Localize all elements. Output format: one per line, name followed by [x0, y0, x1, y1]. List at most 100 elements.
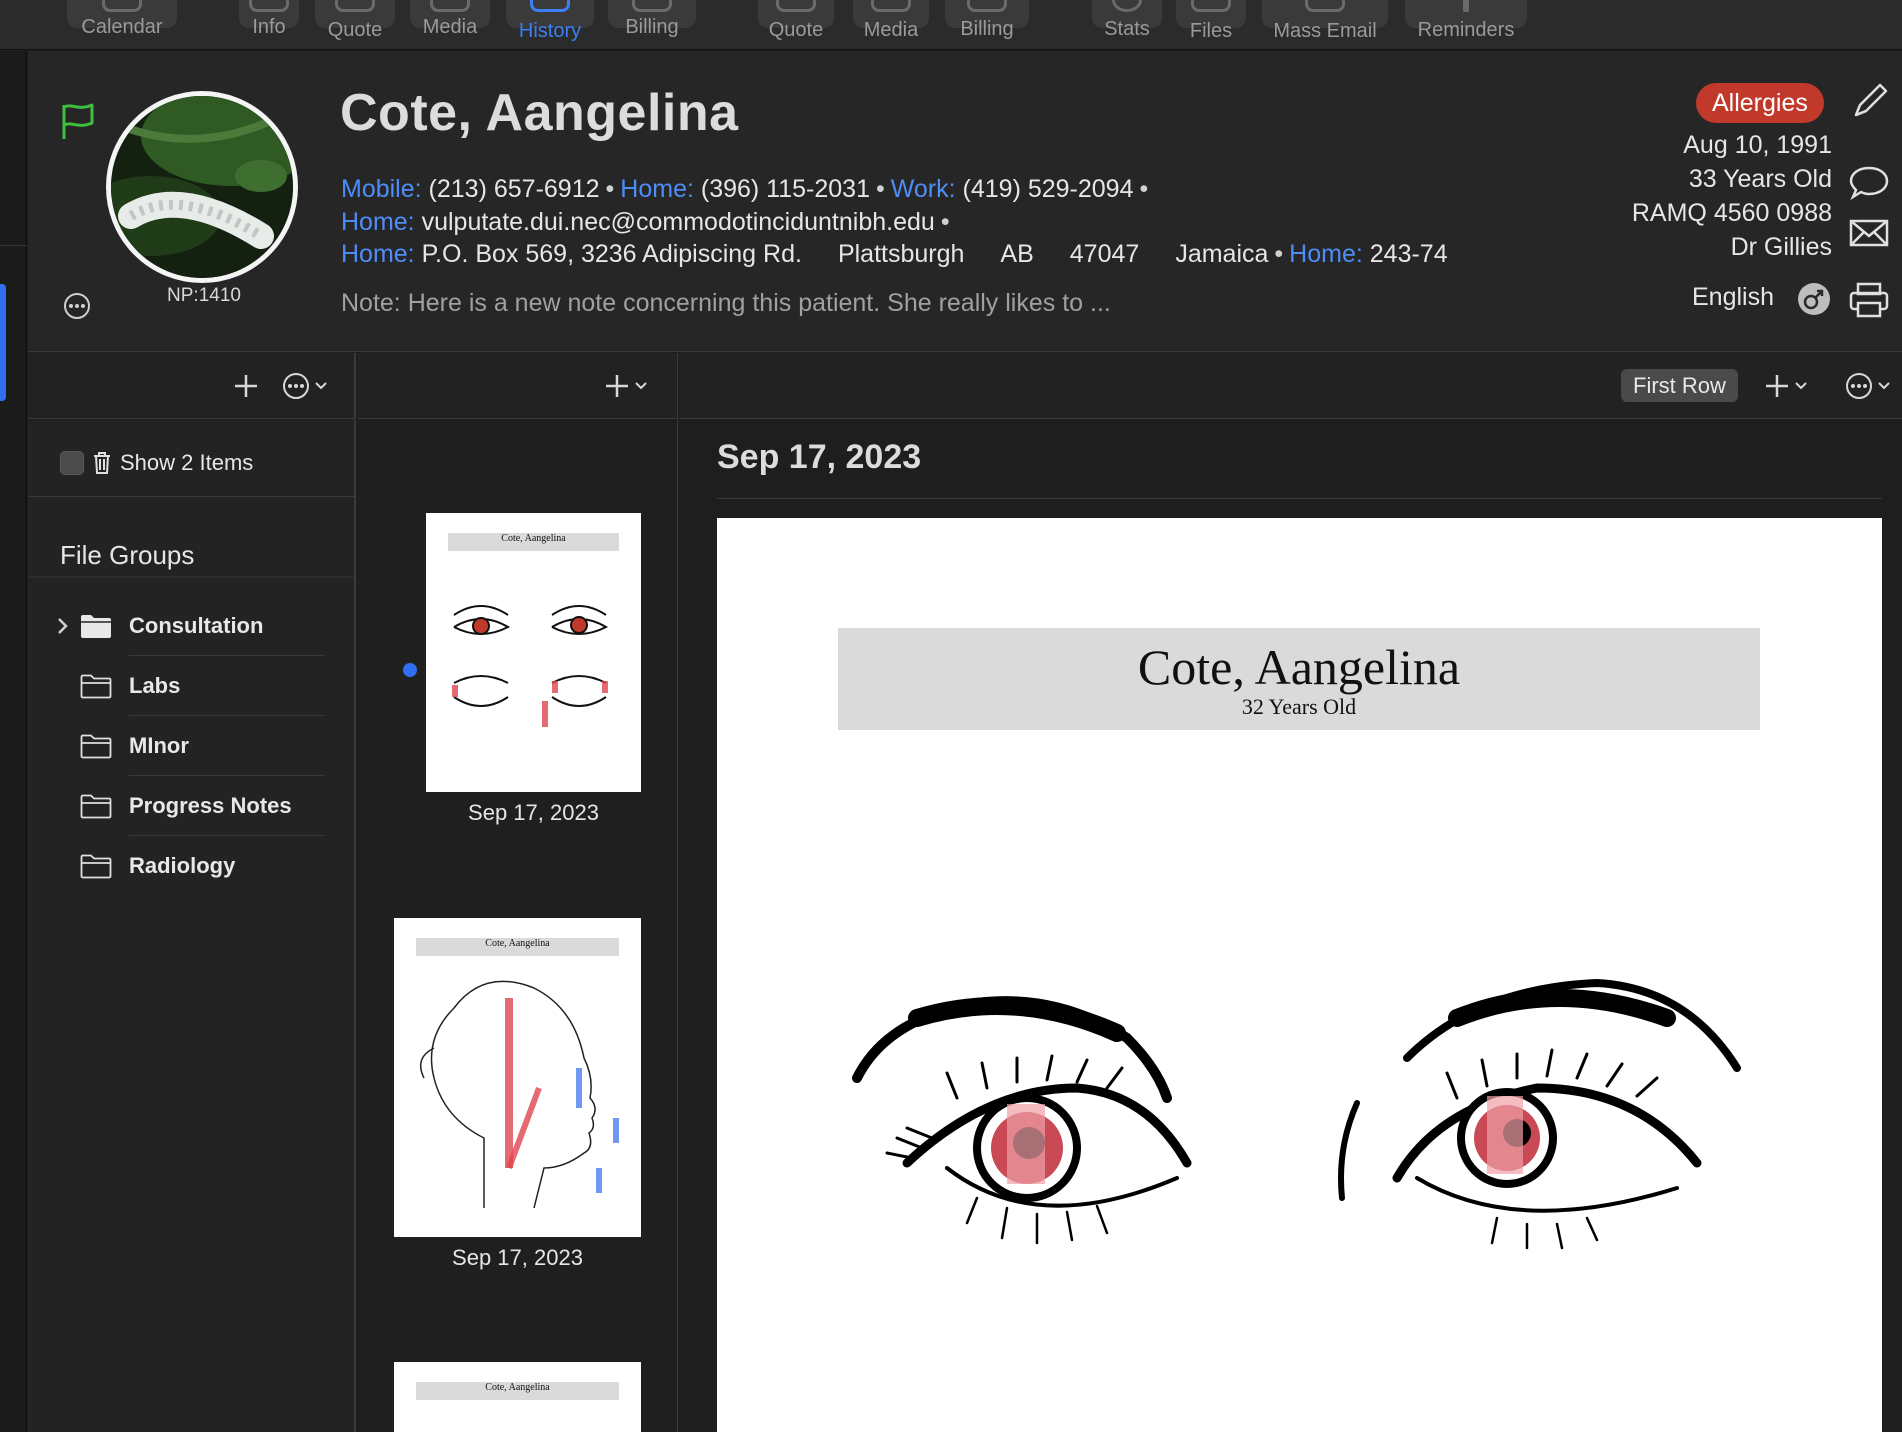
reminders-icon [1463, 0, 1469, 12]
add-dropdown-icon[interactable] [604, 369, 654, 403]
divider [28, 576, 354, 578]
mobile-label: Mobile: [341, 175, 422, 203]
person-icon [249, 0, 289, 12]
more-options-icon[interactable] [1845, 369, 1897, 403]
toolbar-quote[interactable]: Quote [315, 0, 395, 50]
group-minor[interactable]: MInor [28, 716, 354, 776]
folder-icon [80, 674, 112, 699]
group-label: Progress Notes [129, 793, 292, 818]
work-label: Work: [890, 175, 956, 203]
toolbar-reminders[interactable]: Reminders [1405, 0, 1527, 50]
email-address[interactable]: vulputate.dui.nec@commodotinciduntnibh.e… [422, 208, 935, 236]
separator-dot: • [875, 175, 885, 203]
patient-name: Cote, Aangelina [340, 84, 739, 142]
home-phone[interactable]: (396) 115-2031 [701, 175, 870, 203]
work-phone[interactable]: (419) 529-2094 [963, 175, 1134, 203]
stats-pie-icon [1112, 0, 1142, 12]
show-deleted-toggle[interactable]: Show 2 Items [60, 450, 253, 476]
thumbnail-date: Sep 17, 2023 [452, 1245, 583, 1270]
toolbar-history[interactable]: History [506, 0, 594, 50]
quote-bubble-icon [335, 0, 375, 12]
add-dropdown-icon[interactable] [1764, 369, 1814, 403]
address-street[interactable]: P.O. Box 569, 3236 Adipiscing Rd. [422, 240, 802, 268]
toolbar-stats[interactable]: Stats [1092, 0, 1162, 50]
pencil-icon[interactable] [1850, 81, 1890, 121]
folder-icon [80, 794, 112, 819]
folder-filled-icon [81, 615, 111, 638]
first-row-button[interactable]: First Row [1621, 369, 1738, 402]
thumbnail-partial[interactable]: Cote, Aangelina [394, 1362, 641, 1432]
divider [0, 245, 27, 246]
toolbar-quote-2[interactable]: Quote [758, 0, 834, 50]
chat-bubble-icon[interactable] [1848, 165, 1890, 201]
thumbnails-toolbar [358, 353, 678, 419]
toolbar-calendar[interactable]: Calendar [67, 0, 177, 50]
patient-note[interactable]: Note: Here is a new note concerning this… [341, 289, 1111, 318]
toolbar-media[interactable]: Media [410, 0, 490, 50]
toolbar-media-2[interactable]: Media [853, 0, 929, 50]
patient-header: NP:1410 Cote, Aangelina Mobile: (213) 65… [28, 51, 1902, 352]
media-icon [871, 0, 911, 12]
address-label: Home: [341, 240, 415, 268]
document-patient-age: 32 Years Old [1241, 694, 1357, 719]
address-country: Jamaica [1175, 240, 1269, 268]
file-groups-sidebar: Show 2 Items File Groups Consultation La… [28, 420, 356, 1432]
face-profile-diagram [419, 980, 619, 1209]
eyes-diagram [452, 605, 609, 727]
toolbar-billing-2[interactable]: Billing [945, 0, 1029, 50]
group-labs[interactable]: Labs [28, 656, 354, 716]
group-label: Labs [129, 673, 181, 698]
email-line: Home: vulputate.dui.nec@commodotincidunt… [341, 208, 956, 237]
folder-icon [80, 734, 112, 759]
mail-icon[interactable] [1848, 217, 1890, 249]
toolbar-billing[interactable]: Billing [608, 0, 696, 50]
mobile-phone[interactable]: (213) 657-6912 [429, 175, 600, 203]
more-options-icon[interactable] [282, 369, 332, 403]
separator-dot: • [1274, 240, 1284, 268]
allergies-badge[interactable]: Allergies [1696, 83, 1824, 123]
document-header: Cote, Aangelina 32 Years Old [838, 628, 1760, 730]
document-viewer: Sep 17, 2023 Cote, Aangelina 32 Years Ol… [679, 420, 1902, 1432]
doctor-name: Dr Gillies [1730, 233, 1832, 261]
history-icon [530, 0, 570, 12]
ramq-number: RAMQ 4560 0988 [1631, 199, 1832, 227]
address-city: Plattsburgh [837, 240, 965, 268]
divider [717, 498, 1882, 499]
selection-indicator [0, 284, 6, 401]
thumbnail-profile[interactable]: Cote, Aangelina [394, 918, 641, 1237]
group-progress-notes[interactable]: Progress Notes [28, 776, 354, 836]
show-deleted-checkbox[interactable] [60, 451, 84, 475]
quote-bubble-icon [776, 0, 816, 12]
left-window-edge [0, 51, 27, 1432]
thumbnail-title: Cote, Aangelina [448, 533, 619, 551]
toolbar-mass-email[interactable]: Mass Email [1262, 0, 1388, 50]
group-radiology[interactable]: Radiology [28, 836, 354, 896]
caterpillar-photo [111, 96, 293, 278]
language: English [1692, 283, 1774, 311]
group-label: Consultation [129, 613, 264, 638]
divider [28, 496, 354, 497]
selected-indicator [403, 663, 417, 677]
document-date: Sep 17, 2023 [717, 438, 922, 476]
toolbar-info[interactable]: Info [239, 0, 299, 50]
printer-icon[interactable] [1848, 281, 1890, 319]
more-icon[interactable] [62, 291, 92, 321]
add-icon[interactable] [232, 369, 260, 403]
date-of-birth: Aug 10, 1991 [1683, 131, 1832, 159]
toolbar-files[interactable]: Files [1176, 0, 1246, 50]
chevron-right-icon[interactable] [56, 616, 70, 636]
group-consultation[interactable]: Consultation [28, 596, 354, 656]
thumbnail-date: Sep 17, 2023 [468, 800, 599, 825]
document-page[interactable]: Cote, Aangelina 32 Years Old [717, 518, 1882, 1432]
patient-age: 33 Years Old [1688, 165, 1832, 193]
separator-dot: • [940, 208, 950, 236]
top-toolbar: Calendar Info Quote Media History Billin… [0, 0, 1902, 50]
group-label: MInor [129, 733, 189, 758]
address-postal: 47047 [1069, 240, 1140, 268]
billing-icon [632, 0, 672, 12]
flag-icon[interactable] [58, 101, 98, 141]
avatar[interactable] [106, 91, 298, 283]
thumbnail-eyes[interactable]: Cote, Aangelina [426, 513, 641, 792]
extra-label: Home: [1289, 240, 1363, 268]
folder-icon [80, 854, 112, 879]
